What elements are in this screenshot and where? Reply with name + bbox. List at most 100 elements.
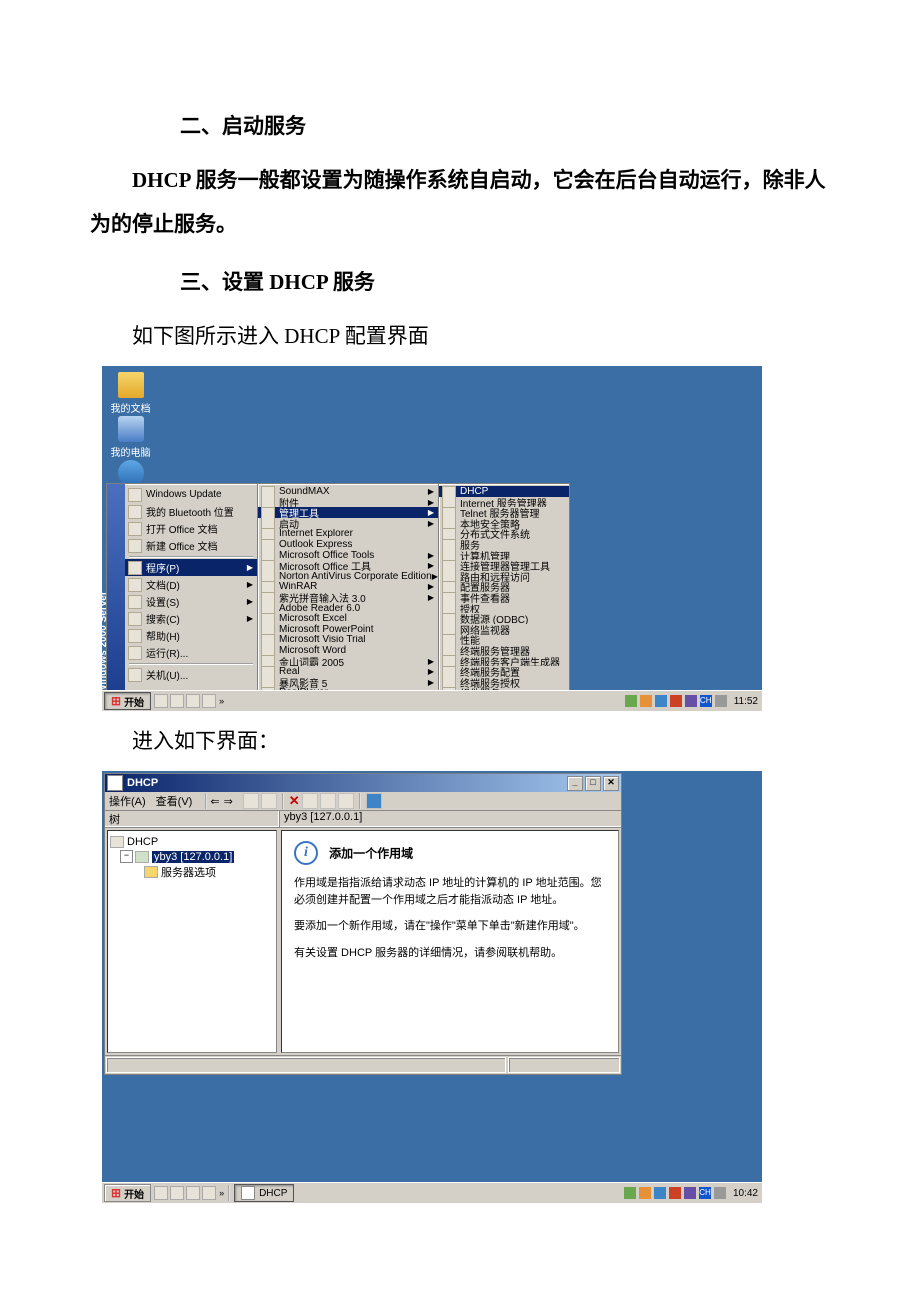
- menu-item[interactable]: Norton AntiVirus Corporate Edition▶: [258, 571, 438, 582]
- menu-item[interactable]: 关机(U)...: [125, 666, 257, 683]
- taskbar-app-dhcp[interactable]: DHCP: [234, 1184, 294, 1202]
- quick-launch-icon[interactable]: [186, 1186, 200, 1200]
- menu-item[interactable]: 本地安全策略: [439, 518, 569, 529]
- desktop-icon-computer[interactable]: 我的电脑: [108, 416, 153, 459]
- menu-item[interactable]: 授权: [439, 603, 569, 614]
- program-icon: [442, 656, 456, 667]
- tray-icon[interactable]: [655, 695, 667, 707]
- menu-item[interactable]: 设置(S)▶: [125, 593, 257, 610]
- menu-item[interactable]: 搜索(C)▶: [125, 610, 257, 627]
- quick-launch-icon[interactable]: [154, 1186, 168, 1200]
- menu-item[interactable]: 终端服务配置: [439, 666, 569, 677]
- quick-launch-icon[interactable]: [170, 694, 184, 708]
- tray-icon[interactable]: [639, 1187, 651, 1199]
- tray-icon[interactable]: [624, 1187, 636, 1199]
- quick-launch-icon[interactable]: [170, 1186, 184, 1200]
- menu-item[interactable]: 终端服务管理器: [439, 645, 569, 656]
- menu-action[interactable]: 操作(A): [109, 793, 146, 809]
- menu-item[interactable]: Real▶: [258, 666, 438, 677]
- toolbar-export-icon[interactable]: [338, 793, 354, 809]
- menu-item[interactable]: Internet Explorer: [258, 529, 438, 540]
- menu-item[interactable]: 新建 Office 文档: [125, 537, 257, 554]
- menu-item[interactable]: 性能: [439, 635, 569, 646]
- menu-item[interactable]: 配置服务器: [439, 582, 569, 593]
- menu-item[interactable]: 暴风影音 5▶: [258, 677, 438, 688]
- menu-item[interactable]: Adobe Reader 6.0: [258, 603, 438, 614]
- tree-root[interactable]: DHCP: [110, 834, 274, 849]
- menu-item[interactable]: Microsoft Visio Trial: [258, 635, 438, 646]
- menu-item[interactable]: Microsoft Word: [258, 645, 438, 656]
- toolbar-dhcp-icon[interactable]: [366, 793, 382, 809]
- quick-launch-icon[interactable]: [202, 1186, 216, 1200]
- toolbar-refresh-icon[interactable]: [320, 793, 336, 809]
- menu-item[interactable]: 计算机管理: [439, 550, 569, 561]
- toolbar-properties-icon[interactable]: [302, 793, 318, 809]
- ime-icon[interactable]: CH: [700, 695, 712, 707]
- menu-item[interactable]: Microsoft PowerPoint: [258, 624, 438, 635]
- menu-item-label: 计算机管理: [460, 550, 565, 561]
- menu-item[interactable]: 网络监视器: [439, 624, 569, 635]
- tree-options-node[interactable]: 服务器选项: [110, 864, 274, 879]
- tree-pane[interactable]: DHCP − yby3 [127.0.0.1] 服务器选项: [107, 830, 277, 1053]
- menu-item[interactable]: 终端服务客户端生成器: [439, 656, 569, 667]
- menu-item[interactable]: 终端服务授权: [439, 677, 569, 688]
- menu-item[interactable]: 管理工具▶: [258, 507, 438, 518]
- menu-item[interactable]: 程序(P)▶: [125, 559, 257, 576]
- menu-item[interactable]: 启动▶: [258, 518, 438, 529]
- tray-icon[interactable]: [714, 1187, 726, 1199]
- tray-icon[interactable]: [640, 695, 652, 707]
- menu-item[interactable]: 打开 Office 文档: [125, 520, 257, 537]
- menu-item[interactable]: WinRAR▶: [258, 582, 438, 593]
- menu-item[interactable]: 连接管理器管理工具: [439, 560, 569, 571]
- menu-item[interactable]: Windows Update: [125, 486, 257, 503]
- menu-item[interactable]: Microsoft Office 工具▶: [258, 560, 438, 571]
- menu-item-label: Microsoft Office 工具: [279, 560, 428, 571]
- quick-launch-icon[interactable]: [186, 694, 200, 708]
- tray-icon[interactable]: [685, 695, 697, 707]
- toolbar-delete-icon[interactable]: ✕: [289, 793, 300, 809]
- quick-launch-overflow[interactable]: »: [219, 1188, 224, 1198]
- tray-icon[interactable]: [670, 695, 682, 707]
- menu-item[interactable]: 金山词霸 2005▶: [258, 656, 438, 667]
- nav-back-icon[interactable]: ⇐: [210, 795, 219, 808]
- start-button[interactable]: ⊞ 开始: [104, 692, 151, 710]
- menu-item[interactable]: 紫光拼音输入法 3.0▶: [258, 592, 438, 603]
- desktop-icon-documents[interactable]: 我的文档: [108, 372, 153, 415]
- nav-forward-icon[interactable]: ⇒: [224, 795, 233, 808]
- menu-item[interactable]: 附件▶: [258, 497, 438, 508]
- menu-view[interactable]: 查看(V): [156, 793, 193, 809]
- menu-item[interactable]: 运行(R)...: [125, 644, 257, 661]
- minimize-button[interactable]: _: [567, 776, 583, 791]
- menu-item[interactable]: 数据源 (ODBC): [439, 613, 569, 624]
- tray-icon[interactable]: [669, 1187, 681, 1199]
- menu-item[interactable]: Telnet 服务器管理: [439, 507, 569, 518]
- close-button[interactable]: ✕: [603, 776, 619, 791]
- quick-launch-icon[interactable]: [202, 694, 216, 708]
- menu-item[interactable]: 事件查看器: [439, 592, 569, 603]
- quick-launch-icon[interactable]: [154, 694, 168, 708]
- collapse-icon[interactable]: −: [120, 850, 133, 863]
- menu-item[interactable]: 服务: [439, 539, 569, 550]
- quick-launch-overflow[interactable]: »: [219, 696, 224, 706]
- tray-icon[interactable]: [625, 695, 637, 707]
- menu-item[interactable]: 分布式文件系统: [439, 529, 569, 540]
- toolbar-up-icon[interactable]: [243, 793, 259, 809]
- tree-server-node[interactable]: − yby3 [127.0.0.1]: [110, 849, 274, 864]
- maximize-button[interactable]: □: [585, 776, 601, 791]
- ime-icon[interactable]: CH: [699, 1187, 711, 1199]
- menu-item[interactable]: 帮助(H): [125, 627, 257, 644]
- tray-icon[interactable]: [684, 1187, 696, 1199]
- menu-item[interactable]: Microsoft Office Tools▶: [258, 550, 438, 561]
- menu-item[interactable]: 我的 Bluetooth 位置: [125, 503, 257, 520]
- menu-item[interactable]: Outlook Express: [258, 539, 438, 550]
- menu-item[interactable]: Internet 服务管理器: [439, 497, 569, 508]
- menu-item[interactable]: 路由和远程访问: [439, 571, 569, 582]
- menu-item[interactable]: DHCP: [439, 486, 569, 497]
- toolbar-show-hide-icon[interactable]: [261, 793, 277, 809]
- menu-item[interactable]: 文档(D)▶: [125, 576, 257, 593]
- menu-item[interactable]: SoundMAX▶: [258, 486, 438, 497]
- tray-icon[interactable]: [654, 1187, 666, 1199]
- tray-icon[interactable]: [715, 695, 727, 707]
- menu-item[interactable]: Microsoft Excel: [258, 613, 438, 624]
- start-button[interactable]: ⊞ 开始: [104, 1184, 151, 1202]
